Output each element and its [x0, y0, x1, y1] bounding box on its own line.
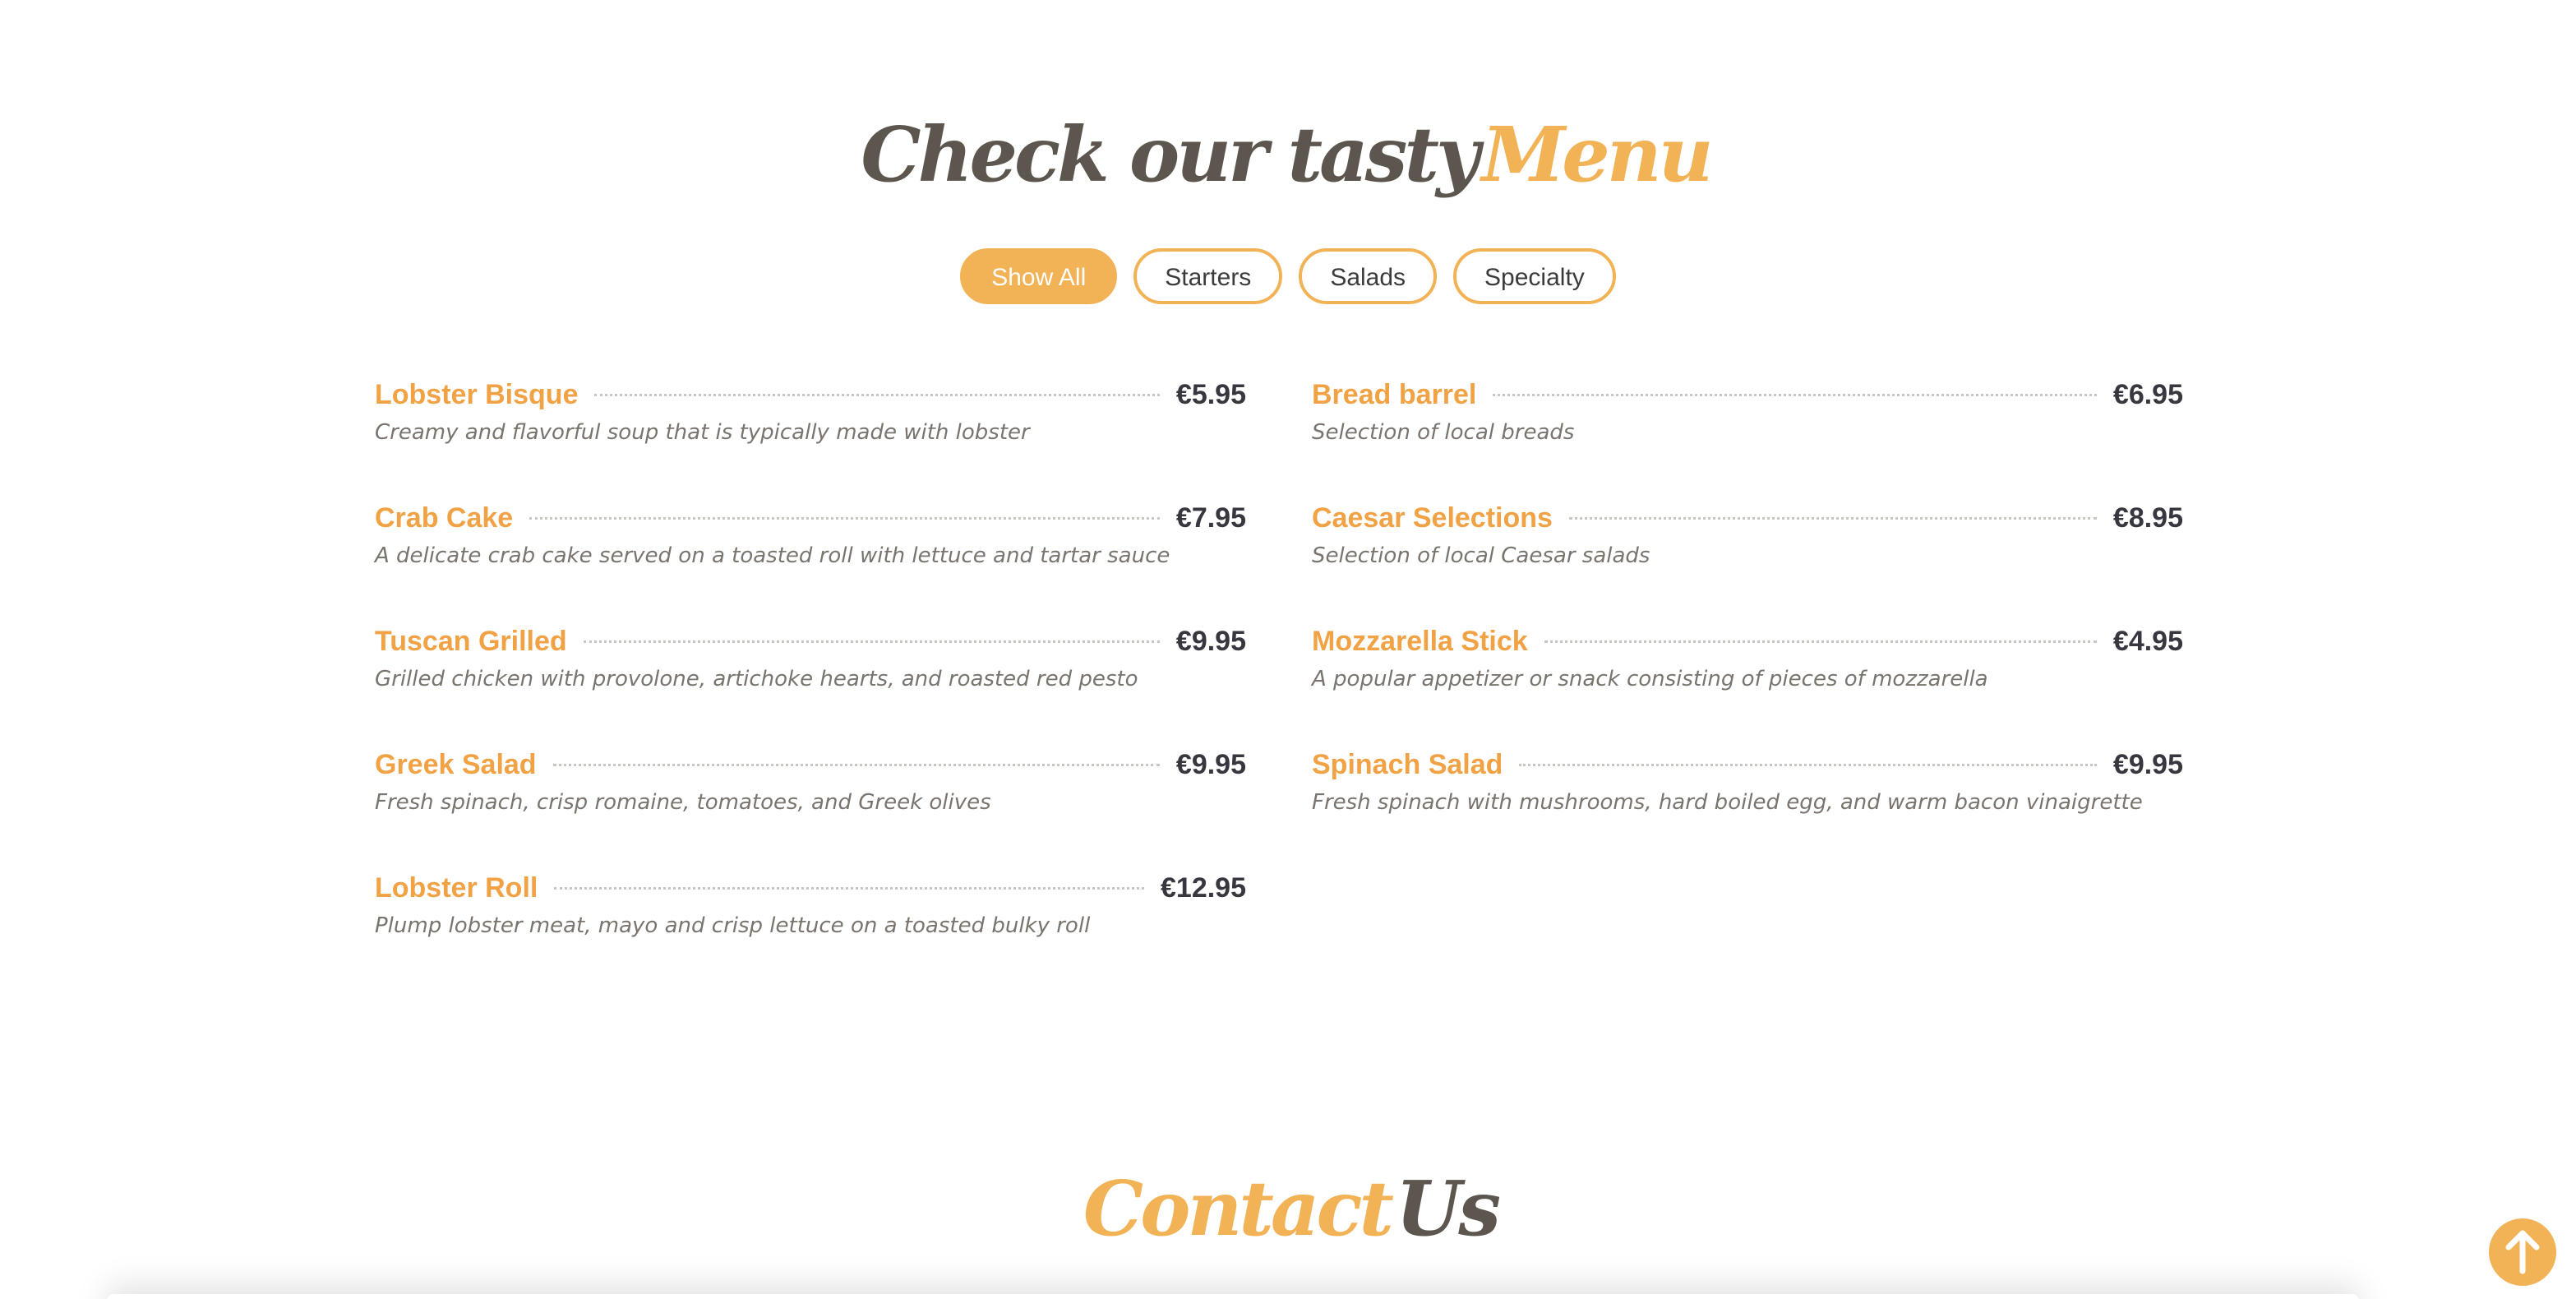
menu-item-description: A delicate crab cake served on a toasted…	[375, 543, 1170, 568]
menu-item-description: Plump lobster meat, mayo and crisp lettu…	[375, 913, 1091, 938]
menu-item-name: Lobster Bisque	[375, 378, 579, 410]
menu-item-name: Greek Salad	[375, 748, 537, 780]
dotted-leader	[529, 516, 1160, 520]
menu-item-price: €5.95	[1175, 378, 1246, 410]
menu-item-name: Spinach Salad	[1312, 748, 1503, 780]
filter-starters-button[interactable]: Starters	[1133, 248, 1283, 304]
menu-item-name: Lobster Roll	[375, 871, 538, 904]
menu-item-description: Fresh spinach with mushrooms, hard boile…	[1312, 790, 2143, 815]
menu-column-left: Lobster Bisque €5.95 Creamy and flavorfu…	[375, 374, 1246, 991]
menu-item: Tuscan Grilled €9.95 Grilled chicken wit…	[375, 621, 1246, 744]
dotted-leader	[1519, 763, 2097, 766]
arrow-up-icon	[2505, 1230, 2540, 1274]
menu-item-name: Mozzarella Stick	[1312, 625, 1528, 657]
menu-item: Bread barrel €6.95 Selection of local br…	[1312, 374, 2183, 497]
menu-item-description: Fresh spinach, crisp romaine, tomatoes, …	[375, 790, 991, 815]
menu-item: Greek Salad €9.95 Fresh spinach, crisp r…	[375, 744, 1246, 867]
menu-item: Spinach Salad €9.95 Fresh spinach with m…	[1312, 744, 2183, 867]
menu-item-price: €9.95	[2112, 748, 2183, 780]
dotted-leader	[583, 640, 1160, 643]
menu-item-name: Bread barrel	[1312, 378, 1477, 410]
dotted-leader	[594, 393, 1160, 396]
menu-item-price: €9.95	[1175, 748, 1246, 780]
menu-item-price: €7.95	[1175, 502, 1246, 534]
menu-item-price: €6.95	[2112, 378, 2183, 410]
menu-item-price: €9.95	[1175, 625, 1246, 657]
filter-show-all-button[interactable]: Show All	[960, 248, 1118, 304]
menu-section-title: Check our tastyMenu	[0, 97, 2576, 212]
dotted-leader	[552, 763, 1160, 766]
menu-item-price: €12.95	[1161, 871, 1246, 904]
contact-section-title: ContactUs	[0, 1151, 2576, 1266]
menu-filter-bar: Show All Starters Salads Specialty	[0, 248, 2576, 304]
dotted-leader	[554, 886, 1144, 890]
contact-card	[107, 1294, 2359, 1299]
menu-column-right: Bread barrel €6.95 Selection of local br…	[1312, 374, 2183, 867]
menu-item-name: Caesar Selections	[1312, 502, 1553, 534]
contact-title-accent-word: Contact	[1083, 1164, 1394, 1253]
menu-item: Crab Cake €7.95 A delicate crab cake ser…	[375, 497, 1246, 621]
menu-item-price: €4.95	[2112, 625, 2183, 657]
menu-item-description: A popular appetizer or snack consisting …	[1312, 667, 1988, 691]
menu-item-description: Selection of local Caesar salads	[1312, 543, 1650, 568]
dotted-leader	[1568, 516, 2097, 520]
menu-item-description: Grilled chicken with provolone, artichok…	[375, 667, 1138, 691]
menu-item: Mozzarella Stick €4.95 A popular appetiz…	[1312, 621, 2183, 744]
menu-title-dark-word: Check our tasty	[861, 110, 1480, 199]
back-to-top-button[interactable]	[2489, 1218, 2556, 1286]
menu-item: Lobster Bisque €5.95 Creamy and flavorfu…	[375, 374, 1246, 497]
menu-item-description: Selection of local breads	[1312, 420, 1575, 445]
contact-title-dark-word: Us	[1396, 1164, 1501, 1253]
filter-salads-button[interactable]: Salads	[1299, 248, 1438, 304]
menu-item-description: Creamy and flavorful soup that is typica…	[375, 420, 1030, 445]
menu-item-name: Crab Cake	[375, 502, 514, 534]
dotted-leader	[1544, 640, 2097, 643]
menu-item-name: Tuscan Grilled	[375, 625, 567, 657]
menu-item-price: €8.95	[2112, 502, 2183, 534]
menu-item: Lobster Roll €12.95 Plump lobster meat, …	[375, 867, 1246, 991]
dotted-leader	[1493, 393, 2097, 396]
menu-item: Caesar Selections €8.95 Selection of loc…	[1312, 497, 2183, 621]
filter-specialty-button[interactable]: Specialty	[1453, 248, 1616, 304]
menu-title-accent-word: Menu	[1481, 110, 1713, 199]
